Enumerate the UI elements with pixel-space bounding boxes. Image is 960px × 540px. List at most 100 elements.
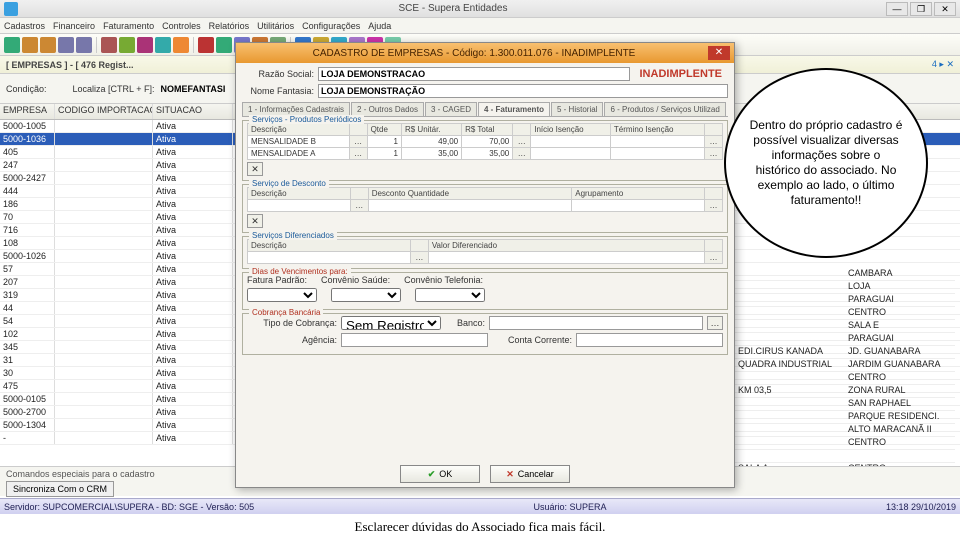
table-row[interactable]: CAMBARA: [735, 268, 955, 281]
menubar: Cadastros Financeiro Faturamento Controles R…: [0, 18, 960, 34]
tab-4[interactable]: 5 - Historial: [551, 102, 603, 116]
table-row[interactable]: SALA E: [735, 320, 955, 333]
dialog-titlebar: CADASTRO DE EMPRESAS - Código: 1.300.011…: [236, 43, 734, 63]
table-row[interactable]: ALTO MARACANÃ II: [735, 424, 955, 437]
servico-desconto-group: Serviço de Desconto DescriçãoDesconto Qu…: [242, 184, 728, 233]
minimize-button[interactable]: —: [886, 2, 908, 16]
banco-lookup-button[interactable]: …: [707, 316, 723, 330]
close-button[interactable]: ✕: [934, 2, 956, 16]
tab-3[interactable]: 4 - Faturamento: [478, 102, 550, 116]
menu-controles[interactable]: Controles: [162, 21, 201, 31]
toolbar-icon-0[interactable]: [4, 37, 20, 53]
toolbar-icon-4[interactable]: [76, 37, 92, 53]
table-row[interactable]: [735, 450, 955, 463]
statusbar: Servidor: SUPCOMERCIAL\SUPERA - BD: SGE …: [0, 498, 960, 514]
window-titlebar: SCE - Supera Entidades — ❐ ✕: [0, 0, 960, 18]
toolbar-icon-11[interactable]: [216, 37, 232, 53]
table-row[interactable]: CENTRO: [735, 437, 955, 450]
ok-button[interactable]: ✔OK: [400, 465, 480, 483]
tab-0[interactable]: 1 - Informações Cadastrais: [242, 102, 350, 116]
conta-corrente-input[interactable]: [576, 333, 723, 347]
cobranca-bancaria-legend: Cobrança Bancária: [249, 308, 323, 317]
table-row[interactable]: CENTRO: [735, 307, 955, 320]
table-row[interactable]: PARAGUAI: [735, 294, 955, 307]
servicos-diferenciados-group: Serviços Diferenciados DescriçãoValor Di…: [242, 236, 728, 269]
grid-header-cell[interactable]: EMPRESA: [0, 104, 55, 119]
table-row[interactable]: MENSALIDADE A…135,0035,00……: [248, 148, 723, 160]
table-row[interactable]: PARQUE RESIDENCI.: [735, 411, 955, 424]
convenio-telefonia-select[interactable]: [415, 288, 485, 302]
empresas-grid-right-cols: CAMBARALOJAPARAGUAICENTROSALA EPARAGUAIE…: [735, 268, 955, 476]
toolbar-icon-10[interactable]: [198, 37, 214, 53]
table-row[interactable]: EDI.CIRUS KANADAJD. GUANABARA: [735, 346, 955, 359]
servicos-periodicos-grid[interactable]: DescriçãoQtdeR$ Unitár.R$ TotalInício Is…: [247, 123, 723, 160]
convenio-telefonia-label: Convênio Telefonia:: [404, 275, 483, 285]
x-icon: ✕: [506, 469, 514, 480]
toolbar-icon-9[interactable]: [173, 37, 189, 53]
convenio-saude-select[interactable]: [331, 288, 401, 302]
dialog-title: CADASTRO DE EMPRESAS - Código: 1.300.011…: [240, 48, 708, 59]
table-row[interactable]: ……: [248, 200, 723, 212]
dias-vencimento-group: Dias de Vencimentos para: Fatura Padrão:…: [242, 272, 728, 310]
servicos-diferenciados-grid[interactable]: DescriçãoValor Diferenciado……: [247, 239, 723, 264]
banco-input[interactable]: [489, 316, 703, 330]
cancel-button[interactable]: ✕Cancelar: [490, 465, 570, 483]
menu-relatórios[interactable]: Relatórios: [209, 21, 250, 31]
dialog-close-button[interactable]: ✕: [708, 46, 730, 60]
razao-social-input[interactable]: [318, 67, 630, 81]
remove-desc-button[interactable]: ✕: [247, 214, 263, 228]
table-row[interactable]: LOJA: [735, 281, 955, 294]
table-row[interactable]: PARAGUAI: [735, 333, 955, 346]
sincroniza-crm-button[interactable]: Sincroniza Com o CRM: [6, 481, 114, 497]
toolbar-icon-6[interactable]: [119, 37, 135, 53]
table-row[interactable]: MENSALIDADE B…149,0070,00……: [248, 136, 723, 148]
menu-ajuda[interactable]: Ajuda: [368, 21, 391, 31]
fatura-padrao-label: Fatura Padrão:: [247, 275, 307, 285]
menu-configurações[interactable]: Configurações: [302, 21, 360, 31]
dias-vencimento-legend: Dias de Vencimentos para:: [249, 267, 351, 276]
menu-cadastros[interactable]: Cadastros: [4, 21, 45, 31]
nome-fantasia-input[interactable]: [318, 84, 728, 98]
tab-2[interactable]: 3 - CAGED: [425, 102, 477, 116]
agencia-input[interactable]: [341, 333, 488, 347]
table-row[interactable]: CENTRO: [735, 372, 955, 385]
toolbar-icon-3[interactable]: [58, 37, 74, 53]
grid-header-cell[interactable]: SITUACAO: [153, 104, 233, 119]
tipo-cobranca-select[interactable]: Sem Registro: [341, 316, 441, 330]
condicao-label: Condição:: [6, 84, 47, 94]
toolbar-icon-2[interactable]: [40, 37, 56, 53]
app-icon: [4, 2, 18, 16]
tab-controls[interactable]: 4 ▸ ✕: [932, 59, 954, 70]
table-row[interactable]: ……: [248, 252, 723, 264]
tab-empresas[interactable]: [ EMPRESAS ] - [ 476 Regist...: [6, 60, 134, 70]
annotation-text: Dentro do próprio cadastro é possível vi…: [748, 118, 904, 208]
grid-header-cell[interactable]: CODIGO IMPORTACAO: [55, 104, 153, 119]
toolbar-icon-5[interactable]: [101, 37, 117, 53]
fatura-padrao-select[interactable]: [247, 288, 317, 302]
conta-corrente-label: Conta Corrente:: [492, 335, 572, 345]
table-row[interactable]: QUADRA INDUSTRIALJARDIM GUANABARA: [735, 359, 955, 372]
menu-financeiro[interactable]: Financeiro: [53, 21, 95, 31]
menu-utilitários[interactable]: Utilitários: [257, 21, 294, 31]
remove-row-button[interactable]: ✕: [247, 162, 263, 176]
toolbar-icon-8[interactable]: [155, 37, 171, 53]
servicos-periodicos-legend: Serviços - Produtos Periódicos: [249, 115, 364, 124]
menu-faturamento[interactable]: Faturamento: [103, 21, 154, 31]
table-row[interactable]: KM 03,5ZONA RURAL: [735, 385, 955, 398]
banco-label: Banco:: [445, 318, 485, 328]
servico-desconto-legend: Serviço de Desconto: [249, 179, 329, 188]
maximize-button[interactable]: ❐: [910, 2, 932, 16]
servicos-periodicos-group: Serviços - Produtos Periódicos Descrição…: [242, 120, 728, 181]
toolbar-icon-7[interactable]: [137, 37, 153, 53]
slide-caption: Esclarecer dúvidas do Associado fica mai…: [0, 514, 960, 540]
servicos-diferenciados-legend: Serviços Diferenciados: [249, 231, 337, 240]
status-time: 13:18 29/10/2019: [886, 502, 956, 512]
localiza-label: Localiza [CTRL + F]:: [73, 84, 155, 94]
table-row[interactable]: SAN RAPHAEL: [735, 398, 955, 411]
tab-5[interactable]: 6 - Produtos / Serviços Utilizad: [604, 102, 725, 116]
annotation-callout: Dentro do próprio cadastro é possível vi…: [724, 68, 928, 258]
toolbar-icon-1[interactable]: [22, 37, 38, 53]
check-icon: ✔: [428, 469, 436, 480]
servico-desconto-grid[interactable]: DescriçãoDesconto QuantidadeAgrupamento……: [247, 187, 723, 212]
tab-1[interactable]: 2 - Outros Dados: [351, 102, 424, 116]
